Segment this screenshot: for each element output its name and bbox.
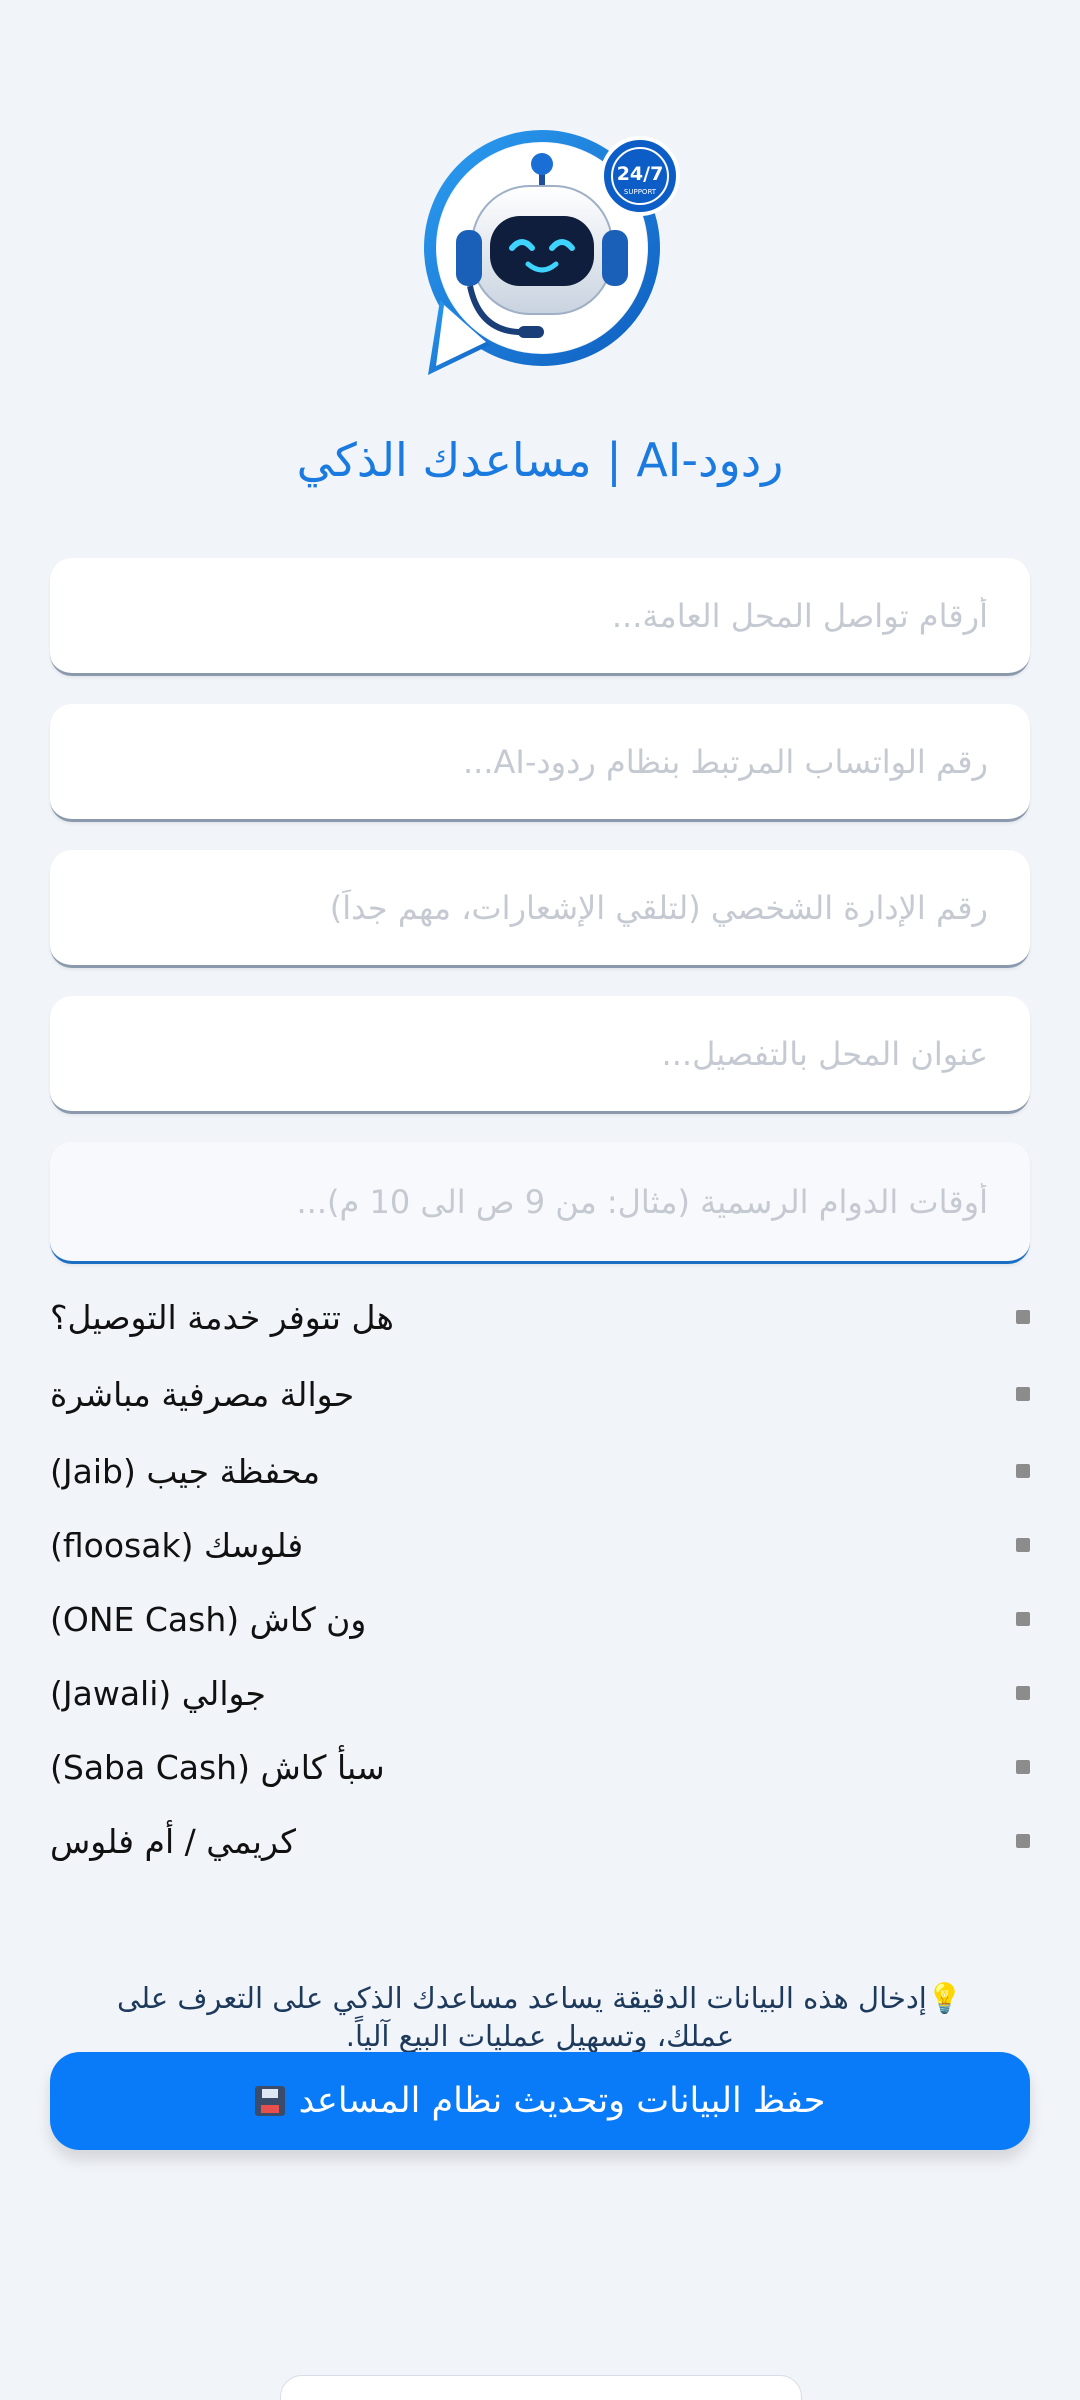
admin-number-input[interactable] [50,850,1030,965]
option-kuraimi[interactable]: كريمي / أم فلوس [50,1804,1030,1878]
checkbox[interactable] [1016,1464,1030,1478]
floppy-disk-icon [254,2086,285,2116]
option-saba-cash[interactable]: سبأ كاش (Saba Cash) [50,1730,1030,1804]
checkbox[interactable] [1016,1612,1030,1626]
option-label: محفظة جيب (Jaib) [50,1451,321,1491]
shop-address-field[interactable] [50,996,1030,1114]
option-one-cash[interactable]: ون كاش (ONE Cash) [50,1582,1030,1656]
working-hours-input[interactable] [50,1142,1030,1261]
settings-page: 24/7 SUPPORT ردود-AI | مساعدك الذكي هل ت… [0,0,1080,2400]
robot-support-logo-icon: 24/7 SUPPORT [400,130,690,390]
checkbox[interactable] [1016,1760,1030,1774]
checkbox[interactable] [1016,1310,1030,1324]
option-label: هل تتوفر خدمة التوصيل؟ [50,1297,394,1337]
option-label: سبأ كاش (Saba Cash) [50,1747,385,1787]
info-hint: 💡إدخال هذه البيانات الدقيقة يساعد مساعدك… [117,1981,963,2053]
whatsapp-number-input[interactable] [50,704,1030,819]
option-jawali[interactable]: جوالي (Jawali) [50,1656,1030,1730]
checkbox[interactable] [1016,1834,1030,1848]
page-title: ردود-AI | مساعدك الذكي [296,433,784,487]
options-list: هل تتوفر خدمة التوصيل؟ حوالة مصرفية مباش… [50,1280,1030,1878]
whatsapp-number-field[interactable] [50,704,1030,822]
badge-subtext: SUPPORT [624,188,657,196]
public-contact-numbers-input[interactable] [50,558,1030,673]
option-delivery[interactable]: هل تتوفر خدمة التوصيل؟ [50,1280,1030,1354]
option-bank-transfer[interactable]: حوالة مصرفية مباشرة [50,1354,1030,1434]
public-contact-numbers-field[interactable] [50,558,1030,676]
badge-text: 24/7 [617,163,664,185]
admin-number-field[interactable] [50,850,1030,968]
working-hours-field[interactable] [50,1142,1030,1264]
save-button-label: حفظ البيانات وتحديث نظام المساعد [298,2081,826,2121]
bottom-card [280,2375,802,2400]
option-label: حوالة مصرفية مباشرة [50,1374,355,1414]
option-label: فلوسك (floosak) [50,1525,304,1565]
save-button[interactable]: حفظ البيانات وتحديث نظام المساعد [50,2052,1030,2150]
checkbox[interactable] [1016,1538,1030,1552]
checkbox[interactable] [1016,1387,1030,1401]
checkbox[interactable] [1016,1686,1030,1700]
option-jaib[interactable]: محفظة جيب (Jaib) [50,1434,1030,1508]
shop-address-input[interactable] [50,996,1030,1111]
option-label: جوالي (Jawali) [50,1673,266,1713]
option-floosak[interactable]: فلوسك (floosak) [50,1508,1030,1582]
option-label: كريمي / أم فلوس [50,1821,296,1861]
option-label: ون كاش (ONE Cash) [50,1599,367,1639]
